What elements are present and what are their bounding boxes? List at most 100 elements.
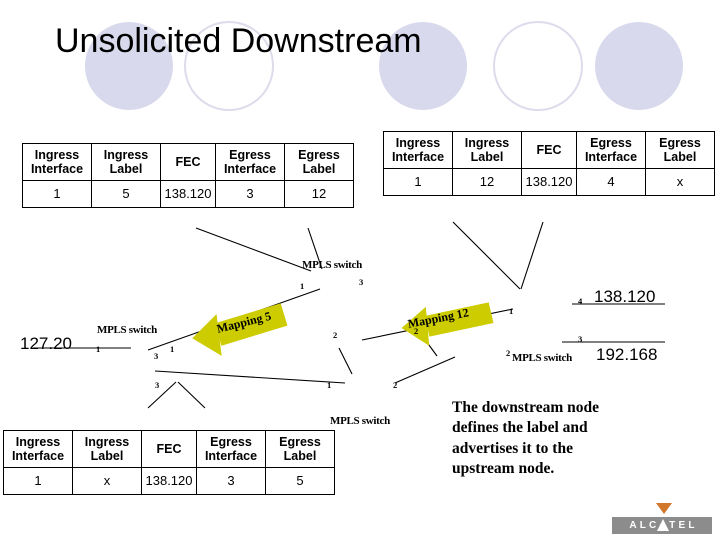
col-ingress-interface: Ingress Interface — [22, 143, 92, 181]
cell-ingress-interface: 1 — [22, 180, 92, 208]
mpls-switch-label-center: MPLS switch — [302, 259, 362, 271]
header-line-2: Interface — [30, 162, 84, 176]
downstream-lfib-table: Ingress Interface Ingress Label FEC Egre… — [383, 131, 715, 196]
header-line-1: Egress — [298, 148, 340, 162]
port-number: 3 — [359, 277, 364, 287]
header-line-1: FEC — [536, 143, 562, 157]
header-line-1: Ingress — [103, 148, 149, 162]
table-row: 1 5 138.120 3 12 — [22, 180, 354, 208]
header-line-1: Ingress — [15, 435, 61, 449]
col-ingress-label: Ingress Label — [72, 430, 142, 468]
port-number: 2 — [393, 380, 398, 390]
triangle-icon — [656, 503, 672, 514]
header-line-1: Ingress — [395, 136, 441, 150]
table-header-row: Ingress Interface Ingress Label FEC Egre… — [3, 430, 335, 468]
table-row: 1 12 138.120 4 x — [383, 168, 715, 196]
table-header-row: Ingress Interface Ingress Label FEC Egre… — [383, 131, 715, 169]
mapping-arrow-label-5: Mapping 5 — [215, 308, 273, 336]
cell-fec: 138.120 — [141, 467, 197, 495]
col-fec: FEC — [141, 430, 197, 468]
cell-egress-interface: 4 — [576, 168, 646, 196]
port-number: 1 — [96, 344, 101, 354]
cell-ingress-interface: 1 — [383, 168, 453, 196]
port-number: 1 — [300, 281, 305, 291]
col-ingress-interface: Ingress Interface — [383, 131, 453, 169]
mapping-arrow-label-12: Mapping 12 — [406, 305, 470, 331]
note-line: advertises it to the — [452, 439, 573, 457]
port-number: 2 — [506, 348, 511, 358]
port-number: 3 — [155, 380, 160, 390]
logo-triangle-cutout-icon — [657, 519, 669, 531]
cell-egress-interface: 3 — [215, 180, 285, 208]
header-line-2: Label — [470, 150, 504, 164]
mpls-switch-label-bottom: MPLS switch — [330, 415, 390, 427]
mpls-switch-label-right: MPLS switch — [512, 352, 572, 364]
slide-canvas: Unsolicited Downstream Ingress Interface… — [0, 0, 720, 540]
port-number: 2 — [333, 330, 338, 340]
header-line-2: Interface — [223, 162, 277, 176]
note-line: defines the label and — [452, 419, 588, 437]
col-egress-label: Egress Label — [645, 131, 715, 169]
port-number: 1 — [170, 344, 175, 354]
cell-egress-interface: 3 — [196, 467, 266, 495]
edge-lfib-table: Ingress Interface Ingress Label FEC Egre… — [3, 430, 335, 495]
header-line-1: Ingress — [34, 148, 80, 162]
cell-ingress-interface: 1 — [3, 467, 73, 495]
header-line-1: Ingress — [464, 136, 510, 150]
decor-circle-5 — [595, 22, 683, 110]
table-header-row: Ingress Interface Ingress Label FEC Egre… — [22, 143, 354, 181]
header-line-2: Label — [283, 449, 317, 463]
col-fec: FEC — [521, 131, 577, 169]
alcatel-logo: ALCATEL — [612, 501, 712, 535]
network-address-192-168: 192.168 — [596, 345, 658, 364]
explanatory-note: The downstream node defines the label an… — [452, 398, 667, 480]
header-line-2: Label — [109, 162, 143, 176]
col-egress-label: Egress Label — [265, 430, 335, 468]
decor-circle-4 — [493, 21, 583, 111]
header-line-1: FEC — [175, 155, 201, 169]
cell-fec: 138.120 — [160, 180, 216, 208]
col-ingress-label: Ingress Label — [452, 131, 522, 169]
port-number: 3 — [578, 334, 583, 344]
col-egress-interface: Egress Interface — [576, 131, 646, 169]
cell-egress-label: 5 — [265, 467, 335, 495]
col-ingress-label: Ingress Label — [91, 143, 161, 181]
network-address-138-120: 138.120 — [594, 287, 656, 306]
network-address-127-20: 127.20 — [20, 334, 72, 353]
col-ingress-interface: Ingress Interface — [3, 430, 73, 468]
mpls-switch-label-left: MPLS switch — [97, 324, 157, 336]
header-line-2: Interface — [204, 449, 258, 463]
cell-egress-label: 12 — [284, 180, 354, 208]
header-line-1: Egress — [659, 136, 701, 150]
port-number: 1 — [509, 306, 514, 316]
page-title: Unsolicited Downstream — [55, 22, 422, 60]
cell-egress-label: x — [645, 168, 715, 196]
note-line: The downstream node — [452, 399, 599, 416]
header-line-1: FEC — [156, 442, 182, 456]
header-line-2: Interface — [584, 150, 638, 164]
port-number: 4 — [578, 296, 583, 306]
header-line-1: Egress — [210, 435, 252, 449]
note-line: upstream node. — [452, 460, 555, 478]
header-line-2: Interface — [391, 150, 445, 164]
header-line-1: Egress — [590, 136, 632, 150]
table-row: 1 x 138.120 3 5 — [3, 467, 335, 495]
port-number: 3 — [154, 351, 159, 361]
col-egress-interface: Egress Interface — [196, 430, 266, 468]
upstream-lfib-table: Ingress Interface Ingress Label FEC Egre… — [22, 143, 354, 208]
cell-ingress-label: x — [72, 467, 142, 495]
header-line-2: Label — [90, 449, 124, 463]
header-line-1: Egress — [279, 435, 321, 449]
cell-fec: 138.120 — [521, 168, 577, 196]
col-fec: FEC — [160, 143, 216, 181]
cell-ingress-label: 12 — [452, 168, 522, 196]
header-line-2: Interface — [11, 449, 65, 463]
port-number: 1 — [327, 380, 332, 390]
col-egress-interface: Egress Interface — [215, 143, 285, 181]
header-line-1: Egress — [229, 148, 271, 162]
col-egress-label: Egress Label — [284, 143, 354, 181]
cell-ingress-label: 5 — [91, 180, 161, 208]
header-line-1: Ingress — [84, 435, 130, 449]
header-line-2: Label — [663, 150, 697, 164]
header-line-2: Label — [302, 162, 336, 176]
